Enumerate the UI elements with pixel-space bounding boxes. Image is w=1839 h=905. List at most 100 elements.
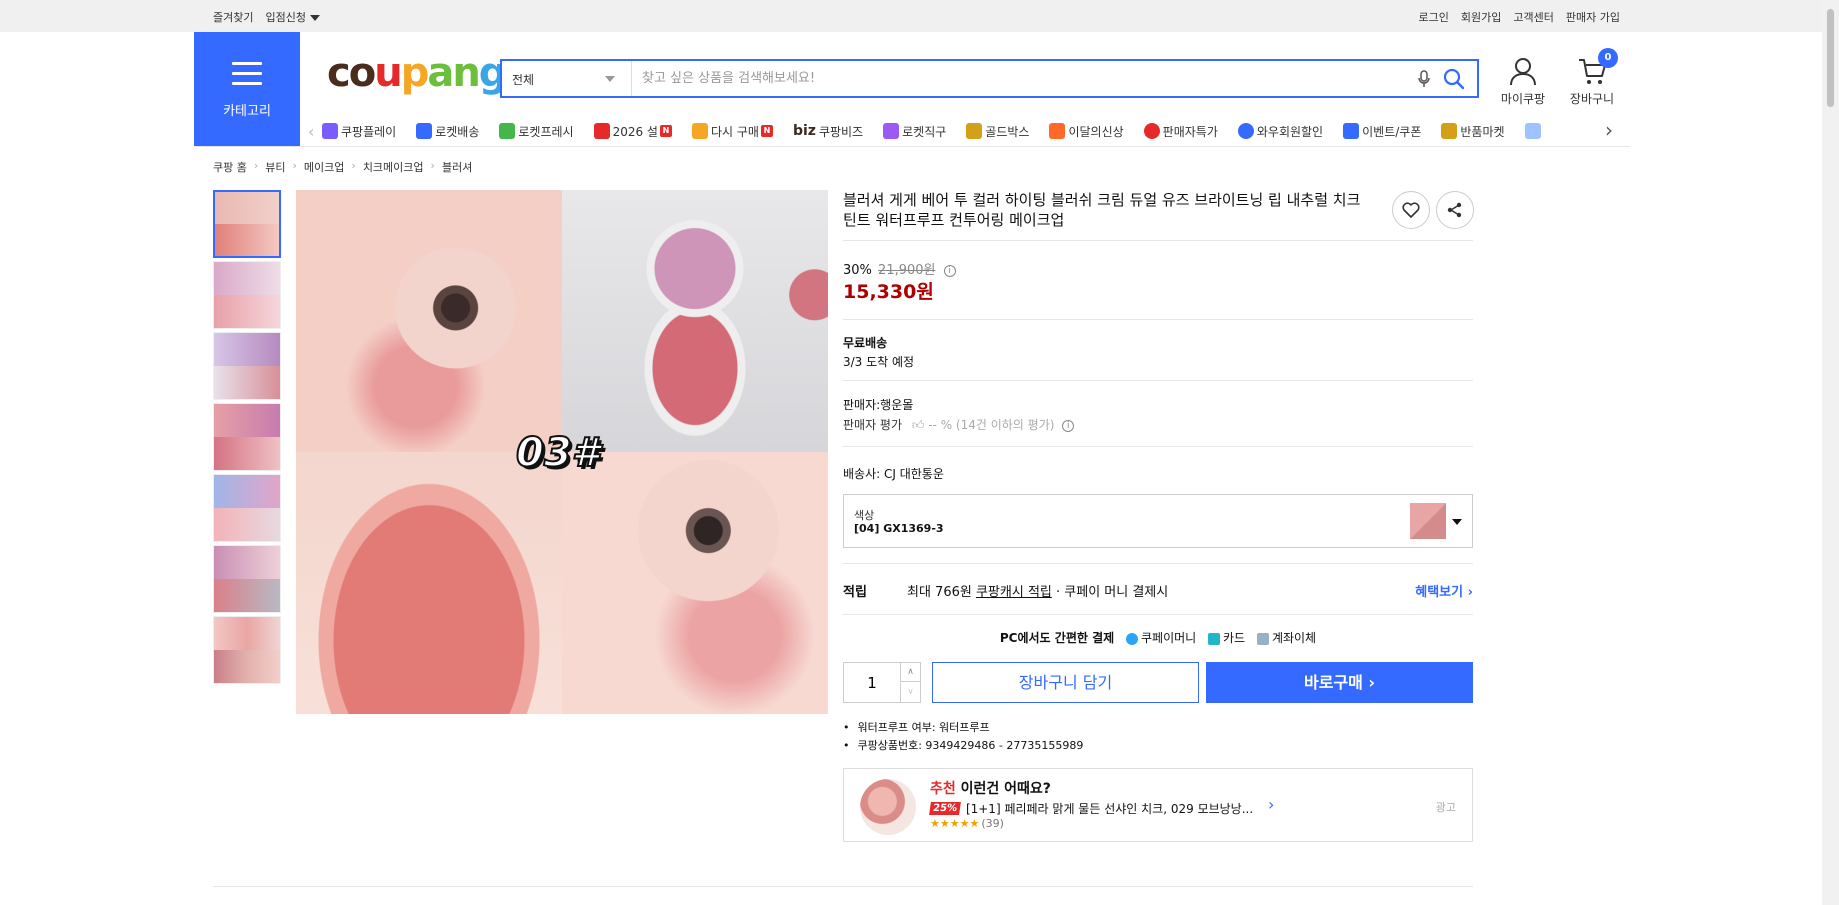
- chevron-right-icon[interactable]: ›: [1268, 795, 1274, 814]
- nav-events-coupons[interactable]: 이벤트/쿠폰: [1343, 123, 1421, 140]
- chevron-down-icon: [605, 76, 615, 82]
- seller-name[interactable]: 판매자:행운몰: [843, 396, 913, 413]
- nav-monthly-new[interactable]: 이달의신상: [1049, 123, 1124, 140]
- thumbnail[interactable]: [213, 261, 281, 329]
- nav-rocket-fresh[interactable]: 로켓프레시: [499, 123, 574, 140]
- partner-apply-link[interactable]: 입점신청: [265, 9, 320, 25]
- category-nav: ‹ 쿠팡플레이 로켓배송 로켓프레시 2026 설N 다시 구매 N biz 쿠팡비…: [308, 116, 1630, 146]
- share-button[interactable]: [1436, 191, 1474, 229]
- hamburger-icon: [232, 62, 262, 85]
- microphone-icon[interactable]: [1417, 70, 1431, 88]
- nav-2026-seol[interactable]: 2026 설N: [593, 123, 672, 140]
- chevron-right-icon: ›: [430, 159, 435, 172]
- nav-return-market[interactable]: 반품마켓: [1441, 123, 1505, 140]
- search-input[interactable]: [642, 61, 1402, 96]
- option-label: 색상: [854, 509, 875, 522]
- thumbnail[interactable]: [213, 332, 281, 400]
- rocket-icon: [416, 123, 433, 139]
- nav-coupang-biz[interactable]: biz 쿠팡비즈: [793, 123, 863, 140]
- recommended-item-title: [1+1] 페리페라 맑게 물든 선샤인 치크, 029 모브낭낭...: [965, 802, 1254, 816]
- signup-link[interactable]: 회원가입: [1461, 9, 1501, 25]
- nav-seller-deal[interactable]: 판매자특가: [1143, 123, 1218, 140]
- star-rating: ★★★★★ (39): [930, 817, 1004, 830]
- nav-rocket-delivery[interactable]: 로켓배송: [416, 123, 479, 140]
- thumbnail[interactable]: [213, 474, 281, 542]
- image-product-compact: [562, 190, 828, 452]
- chevron-right-icon: ›: [253, 159, 259, 172]
- divider: [843, 614, 1473, 615]
- reorder-icon: [691, 123, 708, 139]
- thumbnail[interactable]: [213, 545, 281, 613]
- nav-rocket-global[interactable]: 로켓직구: [883, 123, 946, 140]
- seller-signup-link[interactable]: 판매자 가입: [1566, 9, 1620, 25]
- rocket-fresh-icon: [499, 123, 516, 139]
- customer-center-link[interactable]: 고객센터: [1513, 9, 1553, 25]
- pay-method-transfer: 계좌이체: [1271, 631, 1317, 645]
- mycoupang-button[interactable]: 마이쿠팡: [1493, 56, 1553, 107]
- coupon-icon: [1343, 123, 1360, 139]
- buy-now-button[interactable]: 바로구매 ›: [1206, 662, 1473, 703]
- payment-row: PC에서도 간편한 결제 쿠페이머니 카드 계좌이체: [843, 629, 1473, 646]
- reward-amount: 최대 766원: [907, 585, 972, 600]
- nav-label: 2026 설: [612, 124, 658, 139]
- search-bar: 전체: [500, 59, 1479, 98]
- play-icon: [322, 123, 338, 139]
- chevron-up-icon[interactable]: ∧: [900, 663, 920, 682]
- add-to-cart-button[interactable]: 장바구니 담기: [932, 662, 1199, 703]
- chevron-down-icon[interactable]: ∨: [900, 683, 920, 702]
- info-icon[interactable]: i: [943, 264, 956, 277]
- product-main-image[interactable]: 03#: [296, 190, 828, 714]
- image-eye-cheek: [296, 190, 562, 452]
- thumbnail[interactable]: [213, 190, 281, 258]
- thumbnail[interactable]: [213, 403, 281, 471]
- bookmark-link[interactable]: 즐겨찾기: [213, 9, 253, 25]
- quantity-input[interactable]: [844, 663, 900, 702]
- color-option-select[interactable]: 색상 [04] GX1369-3: [843, 494, 1473, 548]
- quantity-stepper: ∧ ∨: [843, 662, 921, 703]
- discount-row: 30% 21,900원 i: [843, 259, 956, 278]
- new-badge: N: [659, 125, 672, 137]
- nav-label: 와우회원할인: [1256, 124, 1324, 139]
- mycoupang-label: 마이쿠팡: [1500, 92, 1546, 106]
- nav-wow-discount[interactable]: 와우회원할인: [1237, 123, 1324, 140]
- thumbnail[interactable]: [213, 616, 281, 684]
- cart-label: 장바구니: [1569, 92, 1615, 106]
- benefits-link[interactable]: 혜택보기 ›: [1415, 581, 1473, 600]
- breadcrumb-beauty[interactable]: 뷰티: [265, 159, 285, 175]
- search-category-select[interactable]: 전체: [502, 61, 632, 96]
- reward-suffix: · 쿠페이 머니 결제시: [1051, 585, 1169, 600]
- nav-goldbox[interactable]: 골드박스: [966, 123, 1029, 140]
- reward-label: 적립: [843, 585, 867, 600]
- nav-coupang-play[interactable]: 쿠팡플레이: [322, 123, 396, 140]
- shade-number-label: 03#: [515, 429, 600, 477]
- seller-rating-value: -- % (14건 이하의 평가): [928, 418, 1055, 432]
- reward-row: 적립 최대 766원 쿠팡캐시 적립 · 쿠페이 머니 결제시 혜택보기 ›: [843, 581, 1473, 600]
- pay-method-card: 카드: [1223, 631, 1246, 645]
- nav-label: 로켓프레시: [518, 124, 574, 139]
- login-link[interactable]: 로그인: [1419, 9, 1449, 25]
- vertical-scrollbar[interactable]: [1822, 0, 1839, 905]
- breadcrumb-blusher[interactable]: 블러셔: [442, 159, 472, 175]
- option-value: [04] GX1369-3: [854, 522, 944, 535]
- nav-label: 반품마켓: [1460, 124, 1505, 139]
- wow-icon: [1237, 123, 1254, 139]
- recommendation-ad[interactable]: 추천 이런건 어때요? 25% [1+1] 페리페라 맑게 물든 선샤인 치크, …: [843, 768, 1473, 842]
- breadcrumb-makeup[interactable]: 메이크업: [304, 159, 344, 175]
- cart-button[interactable]: 장바구니 0: [1562, 48, 1622, 107]
- coupang-cash-link[interactable]: 쿠팡캐시 적립: [976, 585, 1052, 600]
- thumbnail-list: [213, 190, 281, 687]
- wishlist-button[interactable]: [1392, 191, 1430, 229]
- chevron-right-icon[interactable]: ›: [1605, 118, 1613, 142]
- info-icon[interactable]: i: [1062, 419, 1075, 432]
- coupang-logo[interactable]: coupang: [327, 50, 507, 96]
- search-icon[interactable]: [1443, 68, 1465, 90]
- chevron-left-icon[interactable]: ‹: [308, 122, 322, 141]
- scrollbar-thumb[interactable]: [1826, 8, 1835, 108]
- breadcrumb-cheek[interactable]: 치크메이크업: [363, 159, 424, 175]
- breadcrumb-home[interactable]: 쿠팡 홈: [213, 159, 247, 175]
- nav-label: 이달의신상: [1068, 124, 1124, 139]
- shipping-title: 무료배송: [843, 336, 888, 350]
- category-menu-button[interactable]: 카테고리: [194, 32, 300, 146]
- gift-icon: [593, 123, 610, 139]
- nav-reorder[interactable]: 다시 구매 N: [691, 123, 773, 140]
